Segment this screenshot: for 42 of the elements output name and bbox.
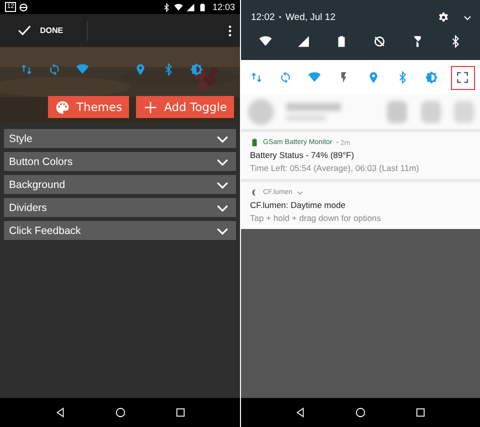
notification-text: Tap + hold + drag down for options xyxy=(250,213,382,223)
blocked-circle-icon[interactable] xyxy=(372,35,386,48)
status-time: 12:03 xyxy=(212,2,235,12)
chevron-icon xyxy=(216,226,229,234)
home-icon[interactable] xyxy=(354,407,366,418)
settings-icon[interactable] xyxy=(438,12,449,23)
recents-icon[interactable] xyxy=(414,407,426,418)
chevron-icon xyxy=(216,158,229,166)
caret-icon[interactable] xyxy=(296,190,303,194)
sync-icon[interactable] xyxy=(278,71,292,84)
brightness-icon[interactable] xyxy=(425,71,438,84)
notification-text: Time Left: 05:54 (Average), 06:03 (Last 11m) xyxy=(250,163,420,173)
chevron-icon[interactable] xyxy=(463,14,472,20)
clock-text: 12:02 xyxy=(251,12,275,23)
section-header[interactable]: Style xyxy=(4,129,236,148)
back-icon[interactable] xyxy=(54,407,66,418)
notification-title: CF.lumen: Daytime mode xyxy=(250,200,346,210)
signal-icon xyxy=(186,2,196,12)
arrows-icon[interactable] xyxy=(250,71,262,84)
notification-title: Battery Status - 74% (89°F) xyxy=(250,150,356,160)
wifi-icon[interactable] xyxy=(259,35,272,48)
date-text: Wed, Jul 12 xyxy=(285,12,336,23)
overflow-menu-icon[interactable] xyxy=(228,24,232,36)
battery-icon xyxy=(198,2,208,12)
bluetooth-icon xyxy=(162,2,172,12)
wifi-icon xyxy=(174,2,184,12)
section-header[interactable]: Button Colors xyxy=(4,152,236,171)
back-icon[interactable] xyxy=(295,407,306,418)
recents-icon[interactable] xyxy=(174,407,186,418)
separator-dot: • xyxy=(278,13,282,22)
section-header[interactable]: Dividers xyxy=(4,198,236,217)
battery-icon xyxy=(250,138,259,147)
chevron-icon xyxy=(216,180,229,188)
chevron-icon xyxy=(216,134,229,142)
blocked-circle-icon xyxy=(19,2,28,12)
section-header[interactable]: Click Feedback xyxy=(4,221,236,240)
fullscreen-icon[interactable] xyxy=(456,71,470,84)
chevron-icon xyxy=(216,204,229,212)
home-icon[interactable] xyxy=(114,407,126,418)
section-header[interactable]: Background xyxy=(4,175,236,194)
checkmark-icon xyxy=(17,23,32,38)
location-pin-icon[interactable] xyxy=(366,71,380,84)
